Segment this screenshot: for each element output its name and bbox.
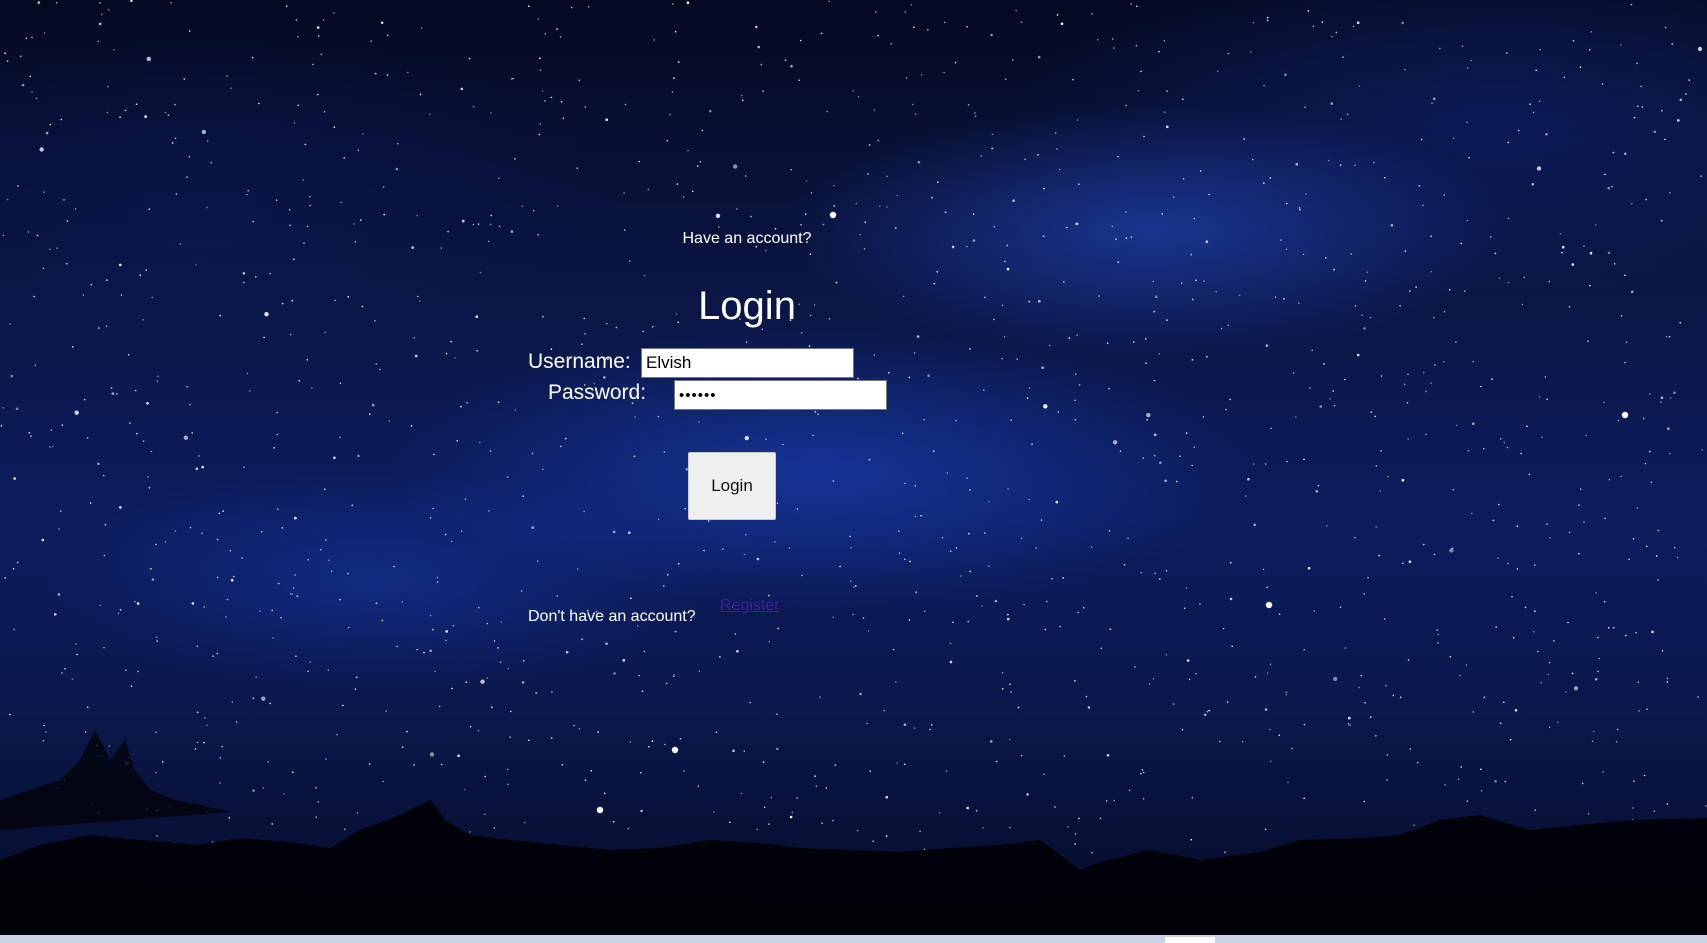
mountain-silhouette [0, 730, 1707, 935]
username-label: Username: [528, 350, 631, 373]
password-input[interactable] [674, 380, 887, 410]
register-link[interactable]: Register [720, 596, 780, 616]
no-account-text: Don't have an account? [528, 608, 696, 625]
login-button[interactable]: Login [688, 452, 776, 520]
username-input[interactable] [641, 348, 854, 378]
page-title: Login [698, 284, 796, 328]
bottom-scroll-strip [0, 935, 1707, 943]
have-account-text: Have an account? [682, 230, 812, 247]
password-label: Password: [548, 381, 647, 404]
scroll-thumb[interactable] [1165, 937, 1215, 943]
login-page: Have an account? Login Username: Passwor… [0, 0, 1707, 943]
